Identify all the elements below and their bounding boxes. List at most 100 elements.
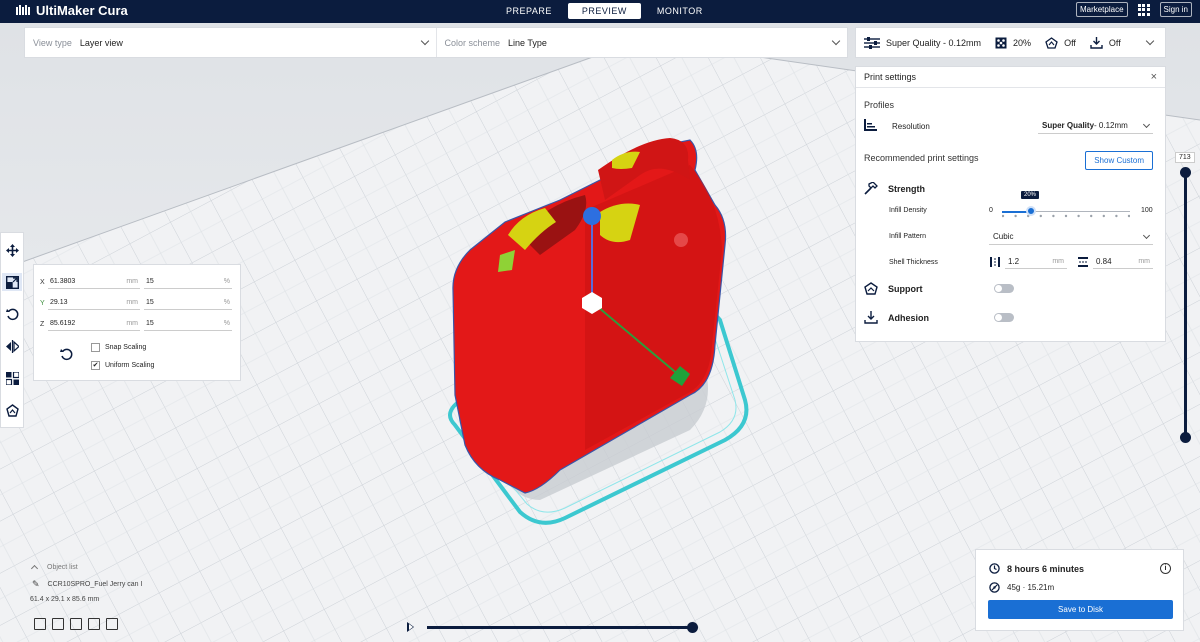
uniform-scaling-checkbox[interactable]: ✔ Uniform Scaling bbox=[91, 361, 154, 370]
scale-x-pct-input[interactable]: 15% bbox=[144, 275, 232, 289]
resolution-icon bbox=[864, 119, 877, 131]
infill-value: 20% bbox=[1013, 37, 1032, 48]
ultimaker-logo-icon bbox=[16, 4, 30, 15]
mirror-tool-icon[interactable] bbox=[5, 337, 19, 355]
tool-sidebar bbox=[0, 232, 24, 428]
top-right-actions: Marketplace Sign in bbox=[1075, 2, 1192, 17]
move-tool-icon[interactable] bbox=[5, 241, 19, 259]
infill-slider-handle[interactable] bbox=[1026, 206, 1036, 216]
wall-thickness-unit: mm bbox=[1052, 258, 1064, 265]
close-icon[interactable]: × bbox=[1151, 71, 1157, 83]
left-view-icon[interactable] bbox=[88, 618, 100, 630]
scale-tool-icon[interactable] bbox=[2, 273, 22, 291]
scale-row-y: Y 29.13 mm 15% bbox=[40, 296, 232, 310]
object-name: CCR10SPRO_Fuel Jerry can I bbox=[47, 581, 143, 588]
layer-slider-top-handle[interactable] bbox=[1180, 167, 1191, 178]
per-model-settings-icon[interactable] bbox=[5, 369, 19, 387]
chevron-up-icon[interactable] bbox=[30, 564, 39, 573]
uniform-scaling-box[interactable]: ✔ bbox=[91, 361, 100, 370]
snap-scaling-checkbox[interactable]: Snap Scaling bbox=[91, 343, 146, 352]
resolution-dropdown[interactable]: Super Quality - 0.12mm bbox=[1038, 118, 1153, 134]
object-list: Object list ✎ CCR10SPRO_Fuel Jerry can I… bbox=[30, 563, 142, 604]
strength-label: Strength bbox=[888, 183, 925, 194]
3d-view-icon[interactable] bbox=[34, 618, 46, 630]
scale-z-mm-input[interactable]: 85.6192 mm bbox=[48, 317, 140, 331]
scale-row-x: X 61.3803 mm 15% bbox=[40, 275, 232, 289]
view-type-label: View type bbox=[33, 37, 72, 48]
right-view-icon[interactable] bbox=[106, 618, 118, 630]
snap-scaling-box[interactable] bbox=[91, 343, 100, 352]
profiles-title: Profiles bbox=[864, 100, 895, 110]
clock-icon bbox=[989, 563, 1000, 574]
camera-view-buttons bbox=[34, 618, 118, 630]
chevron-down-icon bbox=[1142, 231, 1151, 239]
adhesion-toggle[interactable] bbox=[994, 313, 1014, 322]
tab-prepare[interactable]: PREPARE bbox=[492, 3, 566, 19]
top-view-icon[interactable] bbox=[70, 618, 82, 630]
info-icon[interactable]: i bbox=[1160, 563, 1171, 574]
app-title: UltiMaker Cura bbox=[36, 3, 128, 18]
simulation-slider-track[interactable] bbox=[427, 626, 693, 629]
front-view-icon[interactable] bbox=[52, 618, 64, 630]
view-type-dropdown[interactable]: View type Layer view bbox=[25, 28, 437, 57]
save-to-disk-button[interactable]: Save to Disk bbox=[988, 600, 1173, 619]
play-icon-inner bbox=[409, 624, 413, 630]
show-custom-button[interactable]: Show Custom bbox=[1085, 151, 1153, 170]
tab-preview[interactable]: PREVIEW bbox=[567, 3, 641, 19]
unit-mm: mm bbox=[126, 278, 138, 285]
scale-tool-panel: X 61.3803 mm 15% Y 29.13 mm 15% Z 85.6192 m… bbox=[33, 264, 241, 381]
resolution-quality: Super Quality bbox=[1042, 121, 1095, 130]
support-value: Off bbox=[1064, 37, 1076, 48]
top-bottom-thickness-input[interactable]: 0.84 mm bbox=[1093, 255, 1153, 269]
infill-icon bbox=[995, 37, 1007, 48]
support-blocker-icon[interactable] bbox=[5, 401, 19, 419]
support-toggle[interactable] bbox=[994, 284, 1014, 293]
signin-button[interactable]: Sign in bbox=[1159, 2, 1192, 17]
app-logo: UltiMaker Cura bbox=[16, 3, 128, 18]
reset-scale-icon[interactable] bbox=[60, 348, 73, 364]
sliders-icon bbox=[864, 36, 880, 49]
axis-z-label: Z bbox=[40, 320, 45, 328]
simulation-slider-handle[interactable] bbox=[687, 622, 698, 633]
hammer-icon bbox=[864, 182, 878, 195]
layer-slider-track[interactable] bbox=[1184, 173, 1187, 437]
infill-summary: 20% bbox=[995, 37, 1031, 49]
strength-category: Strength bbox=[864, 182, 925, 195]
shell-thickness-label: Shell Thickness bbox=[889, 259, 938, 266]
print-setup-selector[interactable]: Super Quality - 0.12mm 20% Off Off bbox=[855, 27, 1166, 58]
scale-y-mm-input[interactable]: 29.13 mm bbox=[48, 296, 140, 310]
scale-z-pct-input[interactable]: 15% bbox=[144, 317, 232, 331]
layer-top-value[interactable]: 713 bbox=[1175, 152, 1195, 163]
apps-grid-icon[interactable] bbox=[1137, 3, 1150, 16]
support-icon bbox=[864, 282, 878, 295]
scale-y-pct-input[interactable]: 15% bbox=[144, 296, 232, 310]
scale-z-pct-value: 15 bbox=[146, 320, 154, 327]
infill-pattern-value: Cubic bbox=[993, 232, 1014, 241]
color-scheme-label: Color scheme bbox=[444, 37, 501, 48]
chevron-down-icon bbox=[420, 36, 429, 46]
support-category: Support bbox=[864, 282, 923, 295]
color-scheme-dropdown[interactable]: Color scheme Line Type bbox=[437, 28, 848, 57]
print-time-value: 8 hours 6 minutes bbox=[1007, 563, 1085, 574]
unit-pct: % bbox=[223, 278, 230, 285]
support-label: Support bbox=[888, 283, 923, 294]
stage-tabs: PREPARE PREVIEW MONITOR bbox=[492, 3, 717, 19]
object-list-title[interactable]: Object list bbox=[47, 564, 78, 571]
chevron-down-icon bbox=[831, 36, 841, 46]
wall-thickness-input[interactable]: 1.2 mm bbox=[1005, 255, 1067, 269]
tab-monitor[interactable]: MONITOR bbox=[643, 3, 717, 19]
infill-pattern-dropdown[interactable]: Cubic bbox=[989, 229, 1153, 245]
rotate-tool-icon[interactable] bbox=[5, 305, 19, 323]
marketplace-button[interactable]: Marketplace bbox=[1075, 2, 1128, 17]
chevron-down-icon bbox=[1145, 36, 1155, 46]
scale-z-mm-value: 85.6192 bbox=[50, 320, 76, 327]
print-estimate-panel: 8 hours 6 minutes i 45g · 15.21m Save to… bbox=[975, 549, 1184, 631]
axis-x-label: X bbox=[40, 278, 45, 286]
adhesion-summary: Off bbox=[1090, 36, 1121, 49]
layer-slider-bottom-handle[interactable] bbox=[1180, 432, 1191, 443]
scale-x-mm-input[interactable]: 61.3803 mm bbox=[48, 275, 140, 289]
object-list-item[interactable]: ✎ CCR10SPRO_Fuel Jerry can I bbox=[32, 579, 142, 590]
adhesion-label: Adhesion bbox=[888, 312, 930, 323]
recommended-title: Recommended print settings bbox=[864, 153, 979, 163]
infill-max: 100 bbox=[1141, 207, 1153, 214]
